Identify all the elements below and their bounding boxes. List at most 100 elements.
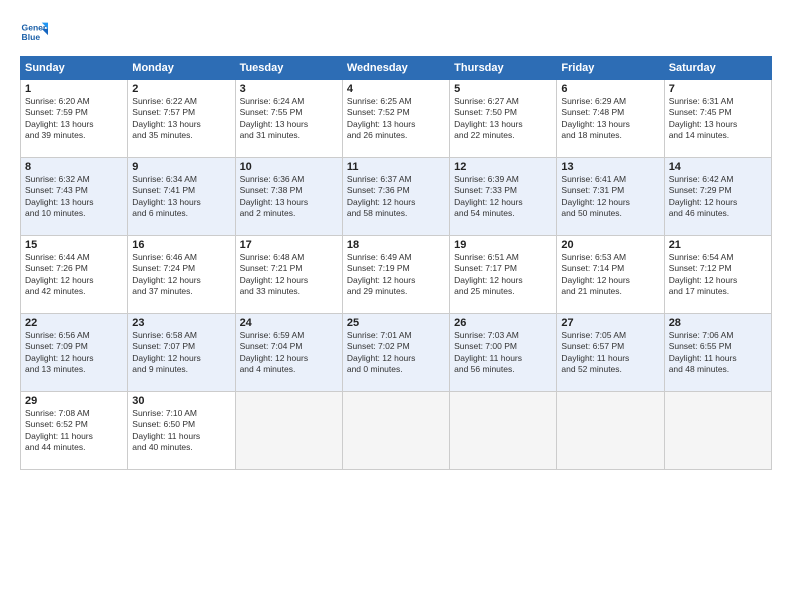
day-cell: 10Sunrise: 6:36 AM Sunset: 7:38 PM Dayli… — [235, 158, 342, 236]
day-number: 28 — [669, 317, 767, 329]
header-row: Sunday Monday Tuesday Wednesday Thursday… — [21, 57, 772, 80]
day-info: Sunrise: 6:51 AM Sunset: 7:17 PM Dayligh… — [454, 252, 552, 298]
header: General Blue — [20, 18, 772, 46]
day-number: 7 — [669, 83, 767, 95]
day-number: 20 — [561, 239, 659, 251]
day-cell: 15Sunrise: 6:44 AM Sunset: 7:26 PM Dayli… — [21, 236, 128, 314]
day-number: 16 — [132, 239, 230, 251]
day-cell: 2Sunrise: 6:22 AM Sunset: 7:57 PM Daylig… — [128, 80, 235, 158]
day-cell — [450, 392, 557, 470]
day-cell: 24Sunrise: 6:59 AM Sunset: 7:04 PM Dayli… — [235, 314, 342, 392]
day-cell: 4Sunrise: 6:25 AM Sunset: 7:52 PM Daylig… — [342, 80, 449, 158]
svg-text:Blue: Blue — [22, 32, 41, 42]
week-row-1: 1Sunrise: 6:20 AM Sunset: 7:59 PM Daylig… — [21, 80, 772, 158]
day-cell: 14Sunrise: 6:42 AM Sunset: 7:29 PM Dayli… — [664, 158, 771, 236]
day-cell: 6Sunrise: 6:29 AM Sunset: 7:48 PM Daylig… — [557, 80, 664, 158]
day-number: 18 — [347, 239, 445, 251]
day-info: Sunrise: 6:37 AM Sunset: 7:36 PM Dayligh… — [347, 174, 445, 220]
day-number: 14 — [669, 161, 767, 173]
day-cell: 1Sunrise: 6:20 AM Sunset: 7:59 PM Daylig… — [21, 80, 128, 158]
day-info: Sunrise: 7:06 AM Sunset: 6:55 PM Dayligh… — [669, 330, 767, 376]
day-info: Sunrise: 6:54 AM Sunset: 7:12 PM Dayligh… — [669, 252, 767, 298]
day-cell: 25Sunrise: 7:01 AM Sunset: 7:02 PM Dayli… — [342, 314, 449, 392]
week-row-2: 8Sunrise: 6:32 AM Sunset: 7:43 PM Daylig… — [21, 158, 772, 236]
day-info: Sunrise: 6:46 AM Sunset: 7:24 PM Dayligh… — [132, 252, 230, 298]
day-number: 6 — [561, 83, 659, 95]
day-cell: 11Sunrise: 6:37 AM Sunset: 7:36 PM Dayli… — [342, 158, 449, 236]
day-number: 19 — [454, 239, 552, 251]
day-cell: 30Sunrise: 7:10 AM Sunset: 6:50 PM Dayli… — [128, 392, 235, 470]
day-number: 1 — [25, 83, 123, 95]
col-thursday: Thursday — [450, 57, 557, 80]
day-info: Sunrise: 6:56 AM Sunset: 7:09 PM Dayligh… — [25, 330, 123, 376]
day-number: 5 — [454, 83, 552, 95]
page: General Blue Sunday Monday Tuesday Wedne… — [0, 0, 792, 612]
day-info: Sunrise: 6:53 AM Sunset: 7:14 PM Dayligh… — [561, 252, 659, 298]
day-number: 9 — [132, 161, 230, 173]
day-cell: 27Sunrise: 7:05 AM Sunset: 6:57 PM Dayli… — [557, 314, 664, 392]
day-number: 25 — [347, 317, 445, 329]
day-cell: 22Sunrise: 6:56 AM Sunset: 7:09 PM Dayli… — [21, 314, 128, 392]
day-info: Sunrise: 6:32 AM Sunset: 7:43 PM Dayligh… — [25, 174, 123, 220]
day-info: Sunrise: 6:36 AM Sunset: 7:38 PM Dayligh… — [240, 174, 338, 220]
day-number: 13 — [561, 161, 659, 173]
day-cell: 21Sunrise: 6:54 AM Sunset: 7:12 PM Dayli… — [664, 236, 771, 314]
day-cell: 17Sunrise: 6:48 AM Sunset: 7:21 PM Dayli… — [235, 236, 342, 314]
day-cell: 8Sunrise: 6:32 AM Sunset: 7:43 PM Daylig… — [21, 158, 128, 236]
day-info: Sunrise: 6:48 AM Sunset: 7:21 PM Dayligh… — [240, 252, 338, 298]
day-cell: 23Sunrise: 6:58 AM Sunset: 7:07 PM Dayli… — [128, 314, 235, 392]
day-cell: 18Sunrise: 6:49 AM Sunset: 7:19 PM Dayli… — [342, 236, 449, 314]
day-cell: 13Sunrise: 6:41 AM Sunset: 7:31 PM Dayli… — [557, 158, 664, 236]
day-info: Sunrise: 6:41 AM Sunset: 7:31 PM Dayligh… — [561, 174, 659, 220]
day-cell: 20Sunrise: 6:53 AM Sunset: 7:14 PM Dayli… — [557, 236, 664, 314]
week-row-4: 22Sunrise: 6:56 AM Sunset: 7:09 PM Dayli… — [21, 314, 772, 392]
day-cell: 12Sunrise: 6:39 AM Sunset: 7:33 PM Dayli… — [450, 158, 557, 236]
day-cell — [664, 392, 771, 470]
calendar-table: Sunday Monday Tuesday Wednesday Thursday… — [20, 56, 772, 470]
day-cell: 9Sunrise: 6:34 AM Sunset: 7:41 PM Daylig… — [128, 158, 235, 236]
day-number: 12 — [454, 161, 552, 173]
day-number: 24 — [240, 317, 338, 329]
day-info: Sunrise: 6:27 AM Sunset: 7:50 PM Dayligh… — [454, 96, 552, 142]
day-cell: 28Sunrise: 7:06 AM Sunset: 6:55 PM Dayli… — [664, 314, 771, 392]
day-cell: 26Sunrise: 7:03 AM Sunset: 7:00 PM Dayli… — [450, 314, 557, 392]
day-number: 21 — [669, 239, 767, 251]
logo: General Blue — [20, 18, 48, 46]
day-number: 3 — [240, 83, 338, 95]
week-row-5: 29Sunrise: 7:08 AM Sunset: 6:52 PM Dayli… — [21, 392, 772, 470]
day-number: 30 — [132, 395, 230, 407]
day-cell — [235, 392, 342, 470]
day-number: 22 — [25, 317, 123, 329]
day-info: Sunrise: 7:01 AM Sunset: 7:02 PM Dayligh… — [347, 330, 445, 376]
day-number: 29 — [25, 395, 123, 407]
day-cell: 16Sunrise: 6:46 AM Sunset: 7:24 PM Dayli… — [128, 236, 235, 314]
day-info: Sunrise: 7:08 AM Sunset: 6:52 PM Dayligh… — [25, 408, 123, 454]
day-cell — [342, 392, 449, 470]
day-info: Sunrise: 6:44 AM Sunset: 7:26 PM Dayligh… — [25, 252, 123, 298]
col-sunday: Sunday — [21, 57, 128, 80]
day-info: Sunrise: 6:39 AM Sunset: 7:33 PM Dayligh… — [454, 174, 552, 220]
day-info: Sunrise: 6:31 AM Sunset: 7:45 PM Dayligh… — [669, 96, 767, 142]
day-cell: 7Sunrise: 6:31 AM Sunset: 7:45 PM Daylig… — [664, 80, 771, 158]
day-info: Sunrise: 6:22 AM Sunset: 7:57 PM Dayligh… — [132, 96, 230, 142]
week-row-3: 15Sunrise: 6:44 AM Sunset: 7:26 PM Dayli… — [21, 236, 772, 314]
day-number: 11 — [347, 161, 445, 173]
day-info: Sunrise: 6:49 AM Sunset: 7:19 PM Dayligh… — [347, 252, 445, 298]
day-info: Sunrise: 7:03 AM Sunset: 7:00 PM Dayligh… — [454, 330, 552, 376]
day-number: 26 — [454, 317, 552, 329]
day-info: Sunrise: 6:42 AM Sunset: 7:29 PM Dayligh… — [669, 174, 767, 220]
day-number: 15 — [25, 239, 123, 251]
day-number: 27 — [561, 317, 659, 329]
day-cell — [557, 392, 664, 470]
col-monday: Monday — [128, 57, 235, 80]
col-tuesday: Tuesday — [235, 57, 342, 80]
day-info: Sunrise: 7:10 AM Sunset: 6:50 PM Dayligh… — [132, 408, 230, 454]
logo-icon: General Blue — [20, 18, 48, 46]
day-info: Sunrise: 6:25 AM Sunset: 7:52 PM Dayligh… — [347, 96, 445, 142]
day-info: Sunrise: 6:58 AM Sunset: 7:07 PM Dayligh… — [132, 330, 230, 376]
day-number: 2 — [132, 83, 230, 95]
col-wednesday: Wednesday — [342, 57, 449, 80]
day-cell: 29Sunrise: 7:08 AM Sunset: 6:52 PM Dayli… — [21, 392, 128, 470]
day-number: 4 — [347, 83, 445, 95]
day-info: Sunrise: 6:29 AM Sunset: 7:48 PM Dayligh… — [561, 96, 659, 142]
